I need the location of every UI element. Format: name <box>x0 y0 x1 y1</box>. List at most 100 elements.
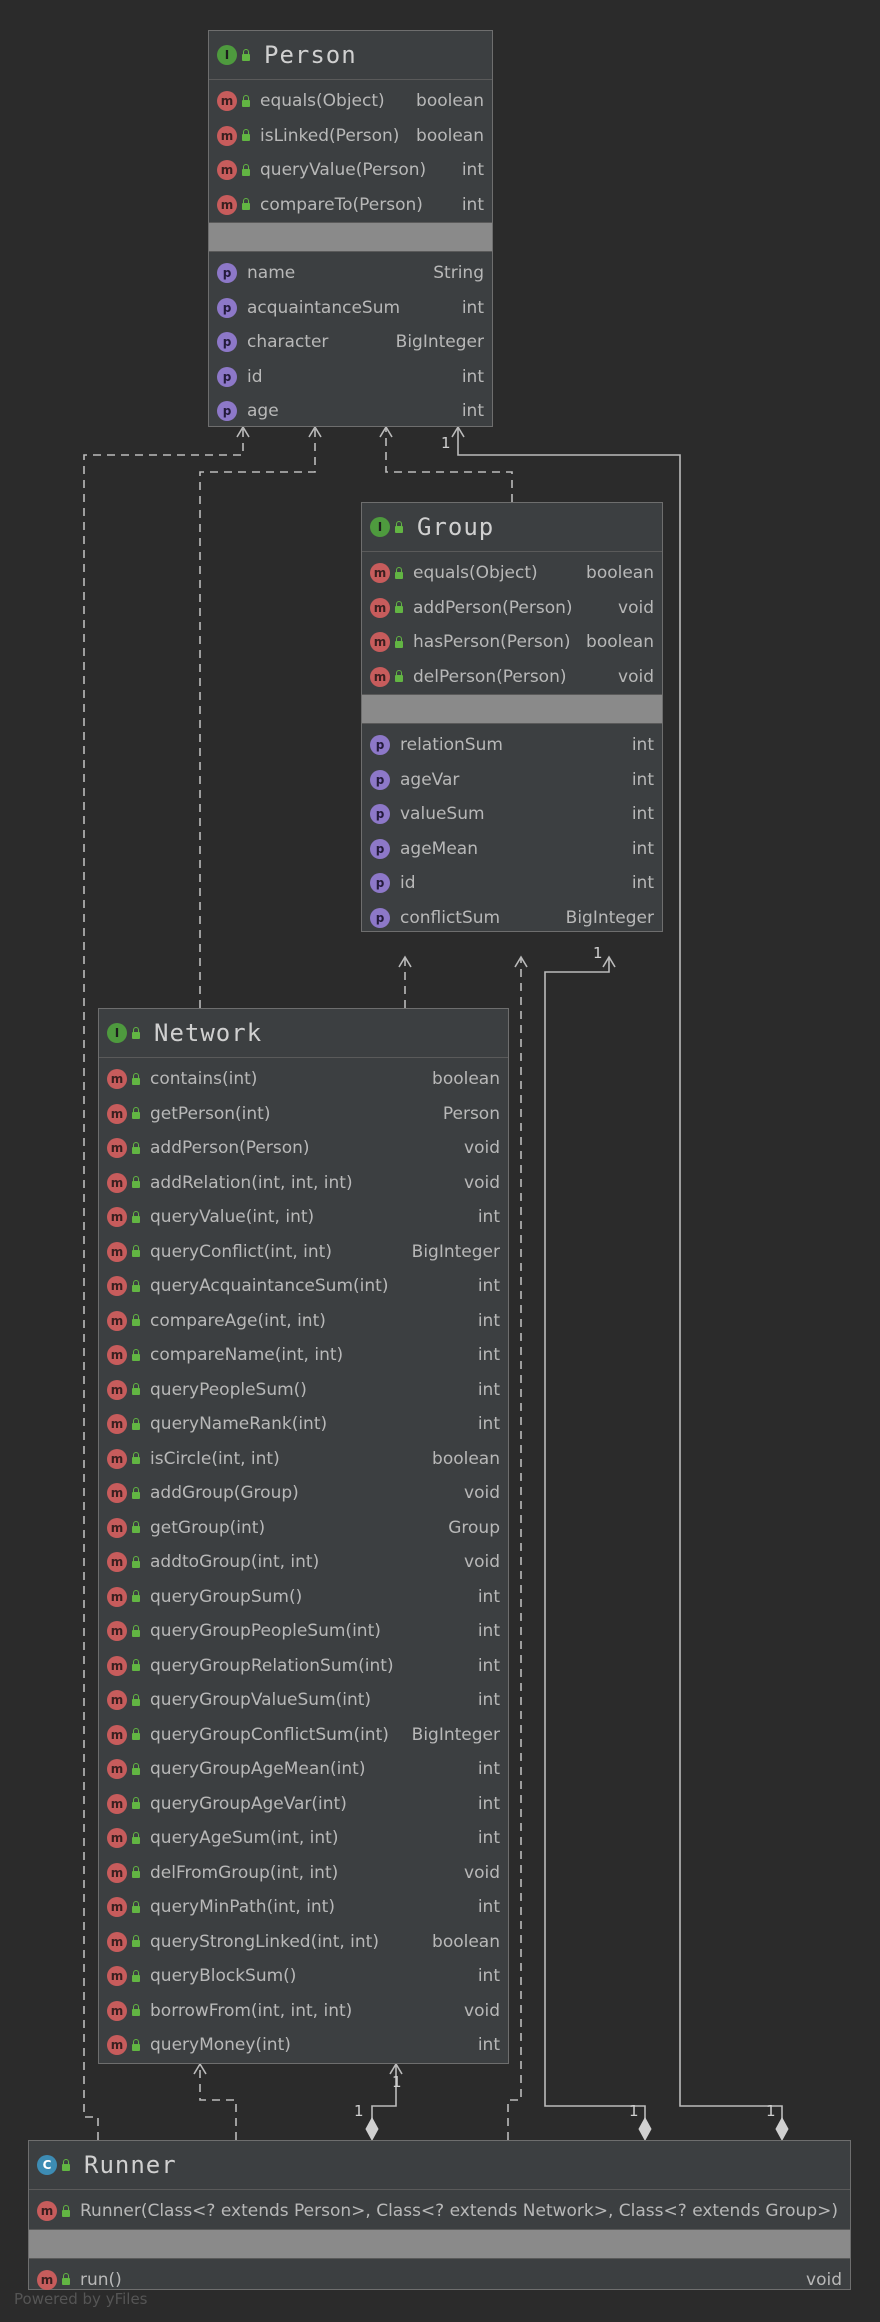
property-icon: p <box>370 873 390 894</box>
lock-icon <box>132 1026 140 1039</box>
method-row[interactable]: m getGroup(int) Group <box>99 1511 508 1546</box>
lock-icon <box>132 1314 140 1327</box>
member-type: boolean <box>416 91 484 112</box>
member-type: int <box>477 1414 500 1435</box>
method-icon: m <box>107 1690 127 1711</box>
method-row[interactable]: m addPerson(Person) void <box>362 591 662 626</box>
member-type: BigInteger <box>565 907 654 928</box>
property-row[interactable]: p acquaintanceSum int <box>209 291 492 326</box>
method-row[interactable]: m queryNameRank(int) int <box>99 1407 508 1442</box>
method-row[interactable]: m getPerson(int) Person <box>99 1097 508 1132</box>
lock-icon <box>242 48 250 61</box>
member-name: character <box>247 332 329 353</box>
lock-icon <box>132 1348 140 1361</box>
member-name: addRelation(int, int, int) <box>150 1172 353 1193</box>
method-row[interactable]: m compareName(int, int) int <box>99 1338 508 1373</box>
method-row[interactable]: m delFromGroup(int, int) void <box>99 1856 508 1891</box>
property-row[interactable]: p conflictSum BigInteger <box>362 901 662 936</box>
lock-icon <box>132 1900 140 1913</box>
network-interface-node[interactable]: I Network m contains(int) boolean m getPerso… <box>98 1008 509 2064</box>
person-properties: p name String p acquaintanceSum int p character… <box>209 252 492 429</box>
method-row[interactable]: m isLinked(Person) boolean <box>209 119 492 154</box>
method-row[interactable]: m addRelation(int, int, int) void <box>99 1166 508 1201</box>
method-row[interactable]: m queryGroupAgeMean(int) int <box>99 1752 508 1787</box>
method-row[interactable]: m contains(int) boolean <box>99 1062 508 1097</box>
property-icon: p <box>217 366 237 387</box>
method-row[interactable]: m queryValue(Person) int <box>209 153 492 188</box>
method-icon: m <box>370 666 390 687</box>
method-icon: m <box>107 1862 127 1883</box>
lock-icon <box>395 670 403 683</box>
method-row[interactable]: m queryGroupRelationSum(int) int <box>99 1649 508 1684</box>
property-row[interactable]: p id int <box>362 866 662 901</box>
method-row[interactable]: m compareAge(int, int) int <box>99 1304 508 1339</box>
runner-class-node[interactable]: C Runner m Runner(Class<? extends Person>… <box>28 2140 851 2290</box>
method-row[interactable]: m queryMinPath(int, int) int <box>99 1890 508 1925</box>
method-icon: m <box>107 1103 127 1124</box>
group-interface-node[interactable]: I Group m equals(Object) boolean m addPerson… <box>361 502 663 932</box>
property-row[interactable]: p character BigInteger <box>209 325 492 360</box>
method-row[interactable]: m addtoGroup(int, int) void <box>99 1545 508 1580</box>
member-name: queryAgeSum(int, int) <box>150 1828 339 1849</box>
method-row[interactable]: m queryAcquaintanceSum(int) int <box>99 1269 508 1304</box>
method-row[interactable]: m equals(Object) boolean <box>209 84 492 119</box>
member-name: queryMinPath(int, int) <box>150 1897 335 1918</box>
method-icon: m <box>107 1759 127 1780</box>
method-row[interactable]: m queryGroupAgeVar(int) int <box>99 1787 508 1822</box>
person-interface-node[interactable]: I Person m equals(Object) boolean m isLinked… <box>208 30 493 427</box>
lock-icon <box>132 1279 140 1292</box>
method-row[interactable]: m queryGroupValueSum(int) int <box>99 1683 508 1718</box>
property-row[interactable]: p ageMean int <box>362 832 662 867</box>
method-row[interactable]: m isCircle(int, int) boolean <box>99 1442 508 1477</box>
diamond-runner-network <box>365 2116 379 2142</box>
member-name: relationSum <box>400 735 503 756</box>
powered-by-footer: Powered by yFiles <box>14 2290 148 2308</box>
method-row[interactable]: m queryConflict(int, int) BigInteger <box>99 1235 508 1270</box>
member-name: getPerson(int) <box>150 1103 271 1124</box>
method-row[interactable]: m queryBlockSum() int <box>99 1959 508 1994</box>
method-row[interactable]: m queryGroupPeopleSum(int) int <box>99 1614 508 1649</box>
method-row[interactable]: m queryPeopleSum() int <box>99 1373 508 1408</box>
member-type: boolean <box>586 632 654 653</box>
property-row[interactable]: p age int <box>209 394 492 429</box>
member-type: String <box>433 263 484 284</box>
method-row[interactable]: m compareTo(Person) int <box>209 188 492 223</box>
lock-icon <box>132 1417 140 1430</box>
member-name: queryGroupRelationSum(int) <box>150 1655 394 1676</box>
property-row[interactable]: p name String <box>209 256 492 291</box>
method-row[interactable]: m Runner(Class<? extends Person>, Class<?… <box>29 2194 850 2229</box>
property-row[interactable]: p id int <box>209 360 492 395</box>
method-row[interactable]: m equals(Object) boolean <box>362 556 662 591</box>
method-row[interactable]: m run() void <box>29 2263 850 2298</box>
method-row[interactable]: m addPerson(Person) void <box>99 1131 508 1166</box>
member-name: queryBlockSum() <box>150 1966 297 1987</box>
member-type: int <box>461 194 484 215</box>
member-name: queryGroupAgeVar(int) <box>150 1793 347 1814</box>
method-row[interactable]: m delPerson(Person) void <box>362 660 662 695</box>
method-row[interactable]: m queryGroupConflictSum(int) BigInteger <box>99 1718 508 1753</box>
method-row[interactable]: m queryValue(int, int) int <box>99 1200 508 1235</box>
method-row[interactable]: m queryStrongLinked(int, int) boolean <box>99 1925 508 1960</box>
method-icon: m <box>107 1724 127 1745</box>
lock-icon <box>132 1866 140 1879</box>
method-row[interactable]: m borrowFrom(int, int, int) void <box>99 1994 508 2029</box>
lock-icon <box>132 1659 140 1672</box>
property-row[interactable]: p valueSum int <box>362 797 662 832</box>
method-row[interactable]: m queryAgeSum(int, int) int <box>99 1821 508 1856</box>
method-row[interactable]: m queryMoney(int) int <box>99 2028 508 2063</box>
property-row[interactable]: p relationSum int <box>362 728 662 763</box>
member-name: queryPeopleSum() <box>150 1379 307 1400</box>
member-type: int <box>631 804 654 825</box>
member-name: hasPerson(Person) <box>413 632 571 653</box>
method-icon: m <box>107 1138 127 1159</box>
method-icon: m <box>107 1655 127 1676</box>
method-row[interactable]: m hasPerson(Person) boolean <box>362 625 662 660</box>
method-icon: m <box>107 1207 127 1228</box>
method-icon: m <box>107 1069 127 1090</box>
method-row[interactable]: m addGroup(Group) void <box>99 1476 508 1511</box>
member-name: compareTo(Person) <box>260 194 423 215</box>
method-row[interactable]: m queryGroupSum() int <box>99 1580 508 1615</box>
property-row[interactable]: p ageVar int <box>362 763 662 798</box>
member-type: BigInteger <box>411 1724 500 1745</box>
method-icon: m <box>107 1172 127 1193</box>
